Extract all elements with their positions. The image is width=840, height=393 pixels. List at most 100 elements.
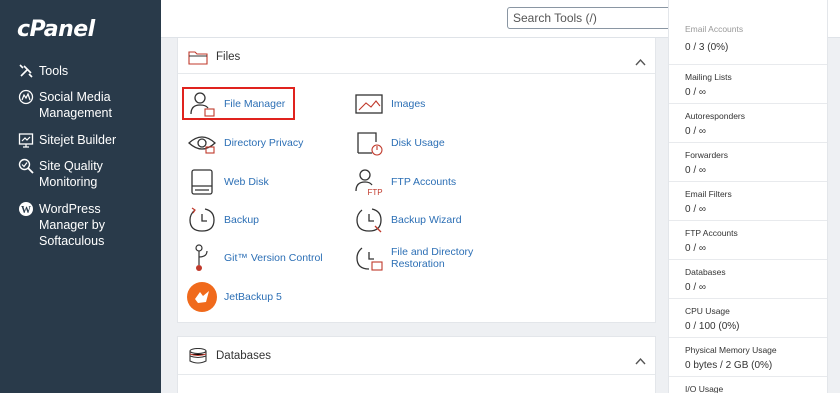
tool-label: JetBackup 5 — [224, 291, 282, 303]
cpanel-logo[interactable]: cPanel — [17, 17, 95, 42]
social-media-icon — [18, 89, 34, 105]
stat-label: I/O Usage — [685, 384, 724, 393]
sidebar-item-label: WordPress Manager by Softaculous — [39, 202, 106, 248]
svg-text:FTP: FTP — [367, 188, 382, 197]
tool-label: File and Directory Restoration — [391, 246, 474, 270]
stat-value: 0 / ∞ — [685, 282, 707, 293]
divider — [669, 181, 827, 182]
tool-label: Backup — [224, 214, 260, 226]
stat-forwarders: Forwarders 0 / ∞ — [685, 150, 825, 176]
tools-icon — [18, 63, 34, 79]
site-quality-icon — [18, 158, 34, 174]
stat-label: FTP Accounts — [685, 228, 738, 238]
sidebar-item-label: Tools — [39, 64, 69, 78]
stat-io-usage: I/O Usage — [685, 384, 825, 393]
stat-databases: Databases 0 / ∞ — [685, 267, 825, 293]
jetbackup-icon — [187, 282, 217, 312]
stat-label: Forwarders — [685, 150, 728, 160]
stat-value: 0 / ∞ — [685, 126, 707, 137]
tool-images[interactable]: Images — [354, 89, 425, 119]
tool-file-restoration[interactable]: File and Directory Restoration — [354, 243, 473, 273]
tool-jetbackup[interactable]: JetBackup 5 — [187, 282, 282, 312]
images-icon — [354, 89, 384, 119]
stat-email-filters: Email Filters 0 / ∞ — [685, 189, 825, 215]
sidebar-item-sitejet[interactable]: Sitejet Builder — [0, 132, 116, 148]
sitejet-icon — [18, 132, 34, 148]
tool-backup[interactable]: Backup — [187, 205, 259, 235]
tool-file-manager[interactable]: File Manager — [187, 89, 285, 119]
stat-value: 0 / 100 (0%) — [685, 321, 740, 332]
sidebar-item-label: Social Media Management — [39, 90, 112, 120]
databases-panel: Databases — [177, 336, 656, 393]
divider — [669, 64, 827, 65]
sidebar-item-site-quality[interactable]: Site Quality Monitoring — [0, 158, 103, 190]
stat-physical-memory: Physical Memory Usage 0 bytes / 2 GB (0%… — [685, 345, 825, 371]
stat-cpu-usage: CPU Usage 0 / 100 (0%) — [685, 306, 825, 332]
files-panel-title: Files — [216, 51, 241, 63]
tool-label: File Manager — [224, 98, 286, 110]
tool-label: Images — [391, 98, 426, 110]
directory-privacy-icon — [187, 128, 217, 158]
stat-value: 0 / ∞ — [685, 204, 707, 215]
database-icon — [188, 347, 208, 364]
stat-mailing-lists: Mailing Lists 0 / ∞ — [685, 72, 825, 98]
sidebar-item-wordpress[interactable]: W WordPress Manager by Softaculous — [0, 201, 105, 249]
stat-label: Mailing Lists — [685, 72, 732, 82]
chevron-up-icon[interactable] — [635, 53, 646, 66]
tool-backup-wizard[interactable]: Backup Wizard — [354, 205, 462, 235]
restoration-icon — [354, 243, 384, 273]
divider — [669, 376, 827, 377]
stat-label: Physical Memory Usage — [685, 345, 777, 355]
divider — [669, 142, 827, 143]
stat-ftp-accounts: FTP Accounts 0 / ∞ — [685, 228, 825, 254]
stat-label: CPU Usage — [685, 306, 730, 316]
divider — [669, 337, 827, 338]
tool-label: Disk Usage — [391, 137, 445, 149]
stat-label: Autoresponders — [685, 111, 746, 121]
tool-git[interactable]: Git™ Version Control — [187, 243, 323, 273]
stat-email-accounts: Email Accounts 0 / 3 (0%) — [685, 24, 825, 53]
sidebar-item-label: Sitejet Builder — [39, 133, 117, 147]
files-panel-header[interactable]: Files — [178, 38, 655, 74]
tool-web-disk[interactable]: Web Disk — [187, 167, 269, 197]
stat-label: Email Accounts — [685, 24, 744, 34]
stat-value: 0 / ∞ — [685, 165, 707, 176]
tool-label: FTP Accounts — [391, 176, 457, 188]
divider — [669, 103, 827, 104]
divider — [669, 259, 827, 260]
tool-directory-privacy[interactable]: Directory Privacy — [187, 128, 303, 158]
web-disk-icon — [187, 167, 217, 197]
stat-value: 0 / ∞ — [685, 87, 707, 98]
wordpress-icon: W — [18, 201, 34, 217]
ftp-accounts-icon: FTP — [354, 167, 384, 197]
sidebar-item-social-media[interactable]: Social Media Management — [0, 89, 112, 121]
databases-panel-title: Databases — [216, 350, 271, 362]
tool-label: Directory Privacy — [224, 137, 304, 149]
git-icon — [187, 243, 217, 273]
tool-ftp-accounts[interactable]: FTP FTP Accounts — [354, 167, 456, 197]
statistics-panel: Email Accounts 0 / 3 (0%) Mailing Lists … — [668, 0, 828, 393]
tool-label: Backup Wizard — [391, 214, 462, 226]
file-manager-icon — [187, 89, 217, 119]
stat-value: 0 / 3 (0%) — [685, 42, 729, 53]
stat-value: 0 / ∞ — [685, 243, 707, 254]
tool-label: Web Disk — [224, 176, 269, 188]
stat-label: Databases — [685, 267, 726, 277]
divider — [669, 220, 827, 221]
tool-label: Git™ Version Control — [224, 252, 323, 264]
svg-text:W: W — [21, 205, 31, 216]
folder-icon — [188, 49, 208, 65]
backup-wizard-icon — [354, 205, 384, 235]
stat-label: Email Filters — [685, 189, 732, 199]
stat-value: 0 bytes / 2 GB (0%) — [685, 360, 773, 371]
sidebar-item-tools[interactable]: Tools — [0, 63, 68, 79]
disk-usage-icon — [354, 128, 384, 158]
sidebar: cPanel Tools Social Media Management Sit… — [0, 0, 161, 393]
divider — [669, 298, 827, 299]
backup-icon — [187, 205, 217, 235]
databases-panel-header[interactable]: Databases — [178, 337, 655, 375]
chevron-up-icon[interactable] — [635, 352, 646, 365]
sidebar-item-label: Site Quality Monitoring — [39, 159, 103, 189]
stat-autoresponders: Autoresponders 0 / ∞ — [685, 111, 825, 137]
tool-disk-usage[interactable]: Disk Usage — [354, 128, 445, 158]
